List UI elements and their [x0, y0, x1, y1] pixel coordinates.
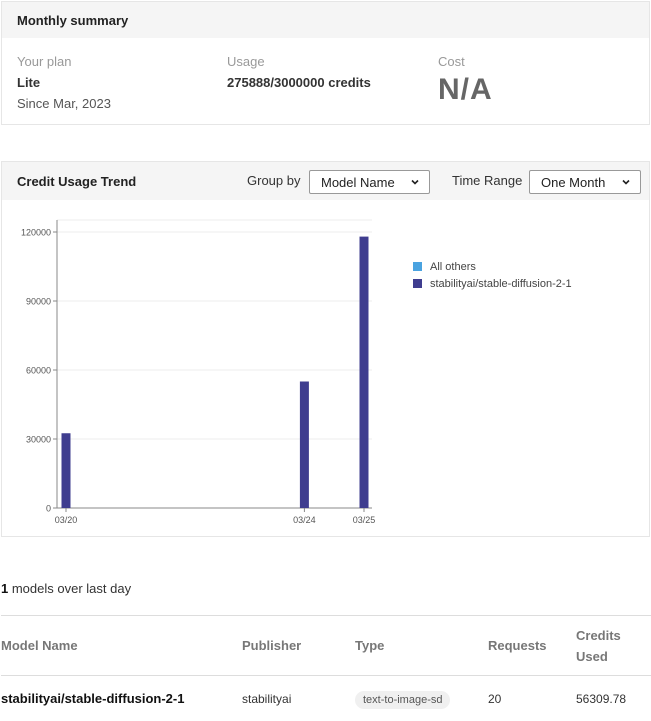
column-header-credits-used[interactable]: Credits Used	[576, 615, 651, 676]
plan-section: Your plan Lite Since Mar, 2023	[17, 54, 111, 111]
legend-swatch-stable-diffusion	[413, 279, 422, 288]
cell-publisher: stabilityai	[242, 691, 292, 706]
bar-03-24	[299, 381, 309, 508]
table-header-row: Model Name Publisher Type Requests Credi…	[1, 615, 651, 676]
chevron-down-icon	[622, 179, 630, 185]
y-tick-label: 120000	[21, 228, 51, 238]
y-tick-label: 0	[46, 504, 51, 514]
bar-03-25	[359, 236, 369, 508]
models-count-suffix: models over last day	[8, 581, 132, 596]
cell-requests: 20	[488, 691, 502, 706]
legend-label-others: All others	[430, 260, 476, 273]
column-header-requests[interactable]: Requests	[488, 615, 576, 676]
y-tick-label: 90000	[26, 297, 51, 307]
plan-label: Your plan	[17, 54, 72, 69]
models-count-text: 1 models over last day	[1, 581, 131, 596]
chevron-down-icon	[411, 179, 419, 185]
cell-credits: 56309.78	[576, 691, 627, 706]
y-tick-label: 60000	[26, 366, 51, 376]
time-range-select[interactable]: One Month	[529, 170, 641, 194]
monthly-summary-card: Monthly summary Your plan Lite Since Mar…	[1, 1, 650, 125]
trend-title: Credit Usage Trend	[17, 173, 137, 189]
usage-label: Usage	[227, 54, 265, 69]
group-by-select[interactable]: Model Name	[309, 170, 430, 194]
y-tick-label: 30000	[26, 435, 51, 445]
group-by-label: Group by	[247, 173, 301, 188]
plan-value: Lite	[17, 75, 41, 90]
chart-legend: All others stabilityai/stable-diffusion-…	[413, 258, 572, 292]
cell-model-name[interactable]: stabilityai/stable-diffusion-2-1	[1, 676, 242, 721]
trend-header: Credit Usage Trend Group by Model Name T…	[2, 162, 649, 200]
type-badge: text-to-image-sd	[355, 690, 451, 709]
x-tick-label: 03/20	[55, 515, 78, 525]
column-header-publisher[interactable]: Publisher	[242, 615, 355, 676]
usage-section: Usage 275888/3000000 credits	[227, 54, 371, 90]
time-range-label: Time Range	[452, 173, 523, 188]
cost-value: N/A	[438, 73, 493, 106]
legend-swatch-others	[413, 262, 422, 271]
x-tick-label: 03/24	[293, 515, 316, 525]
group-by-value: Model Name	[321, 174, 395, 190]
cell-type: text-to-image-sd	[355, 676, 488, 721]
column-header-model-name[interactable]: Model Name	[1, 615, 242, 676]
credit-usage-chart: 0 30000 60000 90000 120000 03/20 03/24 03/25	[21, 219, 376, 525]
time-range-value: One Month	[541, 174, 606, 190]
legend-item-stable-diffusion[interactable]: stabilityai/stable-diffusion-2-1	[413, 275, 572, 292]
cost-label: Cost	[438, 54, 465, 69]
cost-section: Cost N/A	[438, 54, 493, 107]
legend-label-stable-diffusion: stabilityai/stable-diffusion-2-1	[430, 277, 572, 290]
monthly-summary-title: Monthly summary	[2, 2, 649, 38]
table-row[interactable]: stabilityai/stable-diffusion-2-1 stabili…	[1, 676, 651, 721]
bar-03-20	[61, 433, 71, 508]
column-header-type[interactable]: Type	[355, 615, 488, 676]
x-tick-label: 03/25	[353, 515, 376, 525]
models-table: Model Name Publisher Type Requests Credi…	[1, 615, 651, 721]
plan-since: Since Mar, 2023	[17, 96, 111, 111]
legend-item-others[interactable]: All others	[413, 258, 572, 275]
usage-value: 275888/3000000 credits	[227, 75, 371, 90]
credit-usage-trend-card: Credit Usage Trend Group by Model Name T…	[1, 161, 650, 537]
